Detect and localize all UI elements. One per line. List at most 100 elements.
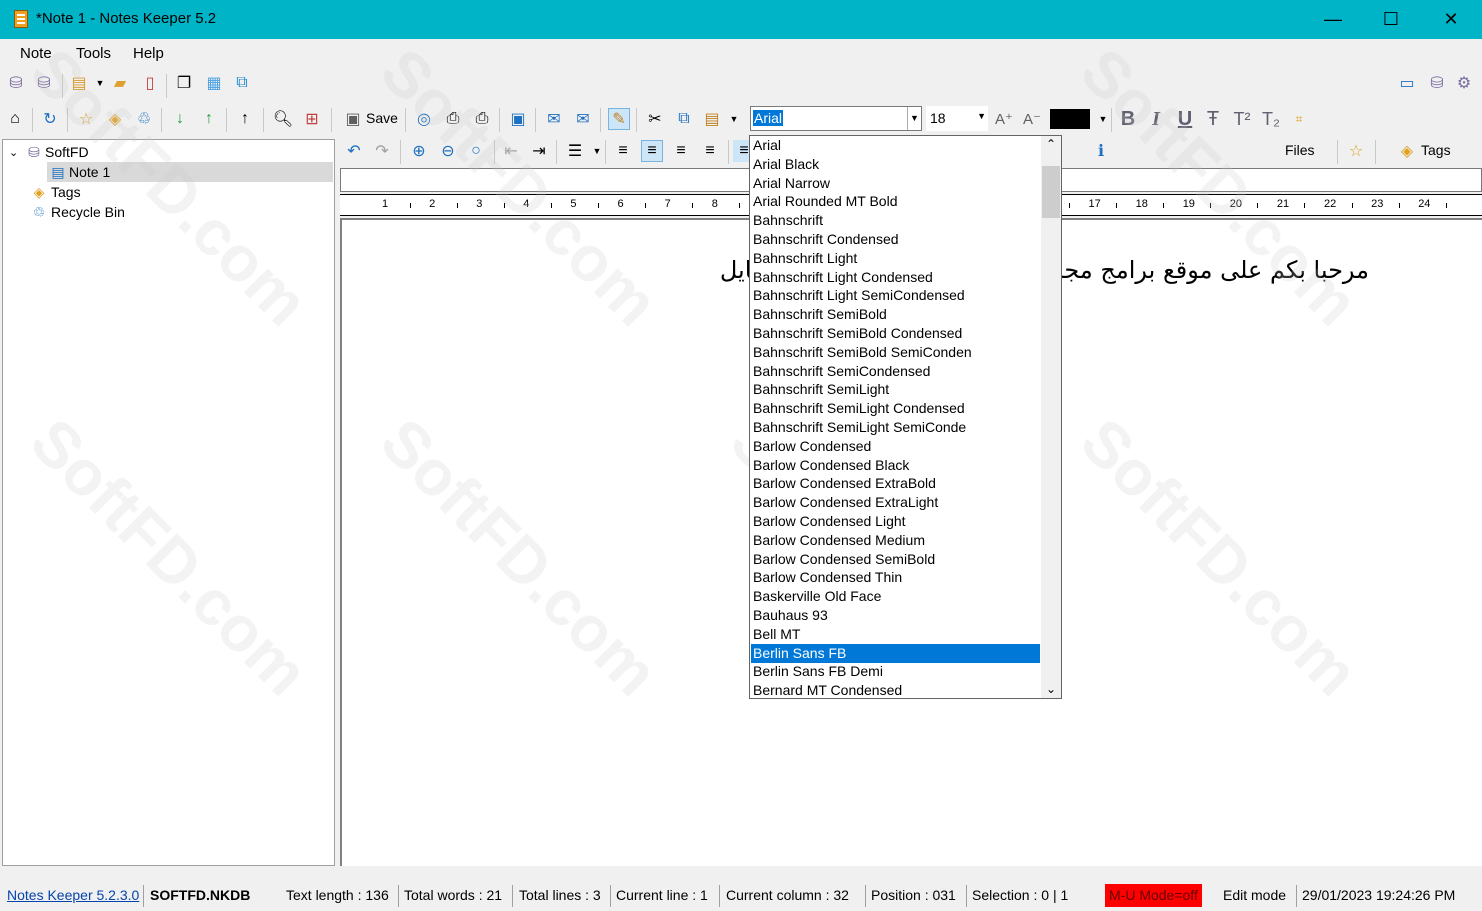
redo-icon[interactable]: ↷ [371, 140, 393, 162]
tree-item-note-1[interactable]: ▤ Note 1 [47, 162, 333, 182]
font-option[interactable]: Arial Narrow [751, 174, 1040, 193]
font-option[interactable]: Arial Black [751, 155, 1040, 174]
indent-increase-icon[interactable]: ⇥ [528, 140, 550, 162]
mu-mode-badge[interactable]: M-U Mode=off [1105, 884, 1202, 907]
font-option[interactable]: Bahnschrift SemiCondensed [751, 362, 1040, 381]
gear-icon[interactable]: ⚙ [1453, 72, 1475, 94]
font-option[interactable]: Barlow Condensed SemiBold [751, 550, 1040, 569]
save-button[interactable]: Save [366, 110, 398, 126]
font-option[interactable]: Bahnschrift SemiLight [751, 380, 1040, 399]
star-icon[interactable]: ☆ [75, 108, 97, 130]
font-option[interactable]: Bernard MT Condensed [751, 681, 1040, 698]
font-option[interactable]: Bahnschrift Light Condensed [751, 268, 1040, 287]
info-icon[interactable]: ℹ [1090, 140, 1112, 162]
font-grow-icon[interactable]: A⁺ [993, 108, 1015, 130]
new-database-icon[interactable]: ⛁ [5, 72, 27, 94]
move-top-icon[interactable]: ↑ [234, 108, 256, 130]
delete-note-icon[interactable]: ▯ [139, 72, 161, 94]
copy-icon[interactable]: ⧉ [673, 108, 695, 130]
font-option[interactable]: Baskerville Old Face [751, 587, 1040, 606]
home-icon[interactable]: ⌂ [4, 108, 26, 130]
chevron-down-icon[interactable]: ⌄ [9, 146, 23, 159]
tree-item-tags[interactable]: ◈ Tags [27, 182, 81, 202]
italic-icon[interactable]: I [1145, 108, 1167, 130]
tags-button[interactable]: Tags [1421, 142, 1451, 158]
font-shrink-icon[interactable]: A⁻ [1021, 108, 1043, 130]
notes-tree[interactable]: ⌄ ⛁ SoftFD ▤ Note 1 ◈ Tags ♲ Recycle Bin [2, 139, 335, 866]
undo-icon[interactable]: ↶ [343, 140, 365, 162]
print-icon[interactable]: ⎙ [471, 108, 493, 130]
font-size-combo[interactable]: 18 ▼ [926, 106, 988, 131]
font-option[interactable]: Barlow Condensed ExtraBold [751, 474, 1040, 493]
underline-icon[interactable]: U [1174, 108, 1196, 130]
bullet-list-icon[interactable]: ☰ [564, 140, 586, 162]
font-family-combo[interactable]: Arial ▼ [750, 106, 922, 131]
align-right-icon[interactable]: ≡ [670, 140, 692, 162]
justify-icon[interactable]: ≡ [699, 140, 721, 162]
export-icon[interactable]: ⧉ [231, 72, 253, 94]
move-up-icon[interactable]: ↑ [198, 108, 220, 130]
font-option[interactable]: Barlow Condensed Medium [751, 531, 1040, 550]
highlight-icon[interactable]: ✎ [608, 108, 630, 130]
scrollbar-thumb[interactable] [1042, 166, 1060, 218]
font-option[interactable]: Bahnschrift SemiLight Condensed [751, 399, 1040, 418]
refresh-icon[interactable]: ↻ [39, 108, 61, 130]
align-left-icon[interactable]: ≡ [612, 140, 634, 162]
font-option[interactable]: Bahnschrift Light SemiCondensed [751, 286, 1040, 305]
cut-icon[interactable]: ✂ [644, 108, 666, 130]
new-note-icon[interactable]: ▤ [68, 72, 90, 94]
font-option[interactable]: Bahnschrift SemiLight SemiConde [751, 418, 1040, 437]
subscript-icon[interactable]: T₂ [1260, 108, 1282, 130]
chevron-down-icon[interactable]: ⌄ [1046, 682, 1056, 696]
zoom-reset-icon[interactable]: ○ [465, 140, 487, 162]
new-folder-icon[interactable]: ▰ [109, 72, 131, 94]
version-link[interactable]: Notes Keeper 5.2.3.0 [7, 887, 139, 903]
recycle-icon[interactable]: ♲ [133, 108, 155, 130]
font-option[interactable]: Bell MT [751, 625, 1040, 644]
maximize-button[interactable]: ☐ [1362, 0, 1420, 39]
tag-icon[interactable]: ◈ [1396, 140, 1418, 162]
tree-icon[interactable]: ⊞ [301, 108, 323, 130]
font-option[interactable]: Barlow Condensed ExtraLight [751, 493, 1040, 512]
dropdown-scrollbar[interactable]: ⌃ ⌄ [1041, 136, 1061, 698]
font-option[interactable]: Arial [751, 136, 1040, 155]
font-dropdown-list[interactable]: ⌃ ⌄ Arial Arial Black Arial Narrow Arial Ro… [749, 135, 1062, 699]
strikethrough-icon[interactable]: Ŧ [1202, 108, 1224, 130]
font-option[interactable]: Barlow Condensed Light [751, 512, 1040, 531]
font-size-value[interactable]: 18 [930, 110, 946, 126]
font-option[interactable]: Barlow Condensed Thin [751, 568, 1040, 587]
star-icon[interactable]: ☆ [1345, 140, 1367, 162]
chevron-down-icon[interactable]: ▼ [723, 108, 745, 130]
window-layout-icon[interactable]: ▭ [1396, 72, 1418, 94]
font-color-swatch[interactable] [1050, 109, 1090, 129]
minimize-button[interactable]: — [1304, 0, 1362, 39]
screenshot-icon[interactable]: ▣ [507, 108, 529, 130]
font-family-value[interactable]: Arial [753, 110, 784, 126]
save-icon[interactable]: ▣ [342, 108, 364, 130]
chevron-up-icon[interactable]: ⌃ [1046, 137, 1056, 151]
superscript-icon[interactable]: T² [1231, 108, 1253, 130]
format-painter-icon[interactable]: ⌗ [1288, 108, 1310, 130]
open-database-icon[interactable]: ⛁ [33, 72, 55, 94]
move-down-icon[interactable]: ↓ [169, 108, 191, 130]
font-option[interactable]: Bahnschrift SemiBold SemiConden [751, 343, 1040, 362]
files-button[interactable]: Files [1285, 142, 1315, 158]
indent-decrease-icon[interactable]: ⇤ [500, 140, 522, 162]
grid-icon[interactable]: ▦ [203, 72, 225, 94]
menu-note[interactable]: Note [20, 45, 52, 62]
align-center-icon[interactable]: ≡ [641, 140, 663, 162]
menu-help[interactable]: Help [133, 45, 164, 62]
font-option[interactable]: Bahnschrift [751, 211, 1040, 230]
copy-note-icon[interactable]: ❐ [173, 72, 195, 94]
font-option[interactable]: Berlin Sans FB Demi [751, 662, 1040, 681]
menu-tools[interactable]: Tools [76, 45, 111, 62]
close-button[interactable]: ✕ [1422, 0, 1480, 39]
chevron-down-icon[interactable]: ▼ [907, 107, 921, 130]
font-option[interactable]: Barlow Condensed [751, 437, 1040, 456]
font-option[interactable]: Barlow Condensed Black [751, 456, 1040, 475]
font-option[interactable]: Bahnschrift Light [751, 249, 1040, 268]
tag-icon[interactable]: ◈ [104, 108, 126, 130]
email-icon[interactable]: ✉ [572, 108, 594, 130]
font-option[interactable]: Bauhaus 93 [751, 606, 1040, 625]
font-option[interactable]: Bahnschrift Condensed [751, 230, 1040, 249]
